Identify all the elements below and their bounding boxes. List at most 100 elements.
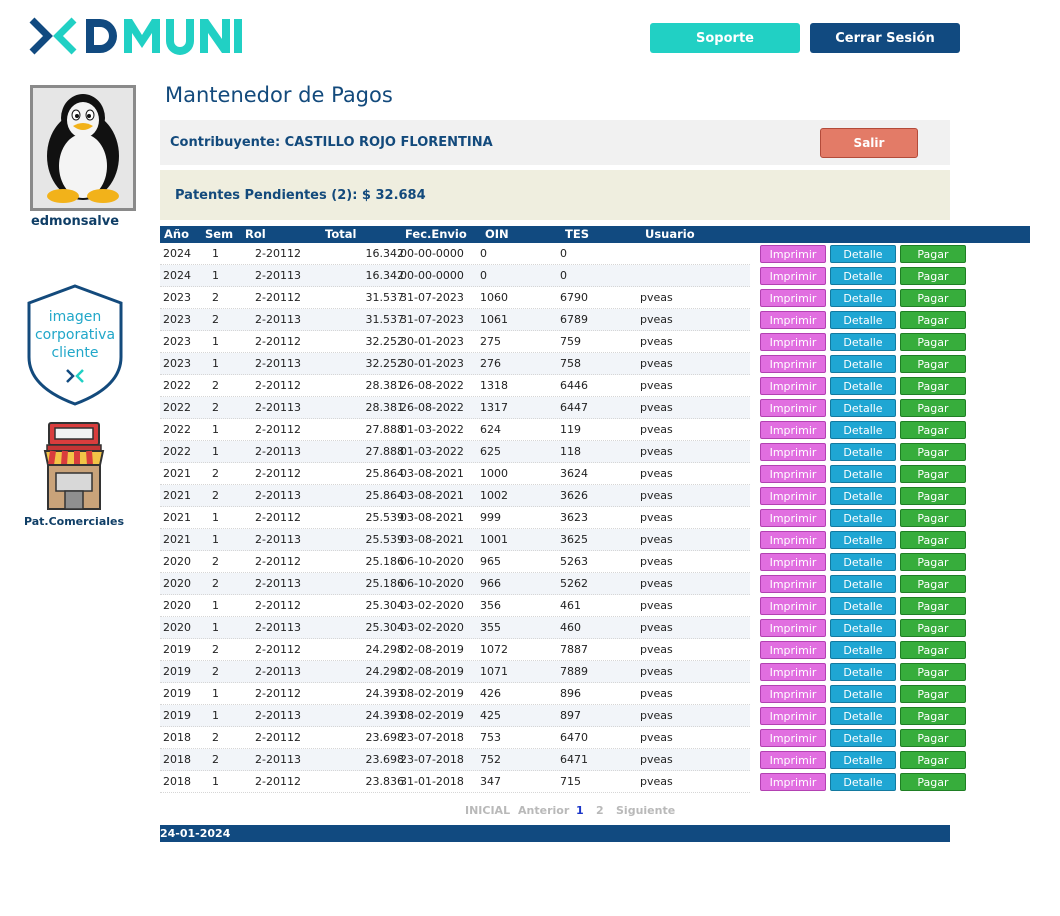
cell-year: 2021 <box>163 467 191 480</box>
detail-button[interactable]: Detalle <box>830 399 896 417</box>
detail-button[interactable]: Detalle <box>830 465 896 483</box>
detail-button[interactable]: Detalle <box>830 663 896 681</box>
print-button[interactable]: Imprimir <box>760 355 826 373</box>
table-row: 2021 2 2-20113 25.864 03-08-2021 1002 3626 pvea… <box>160 485 970 507</box>
pay-button[interactable]: Pagar <box>900 575 966 593</box>
cell-oin: 1071 <box>480 665 508 678</box>
pay-button[interactable]: Pagar <box>900 333 966 351</box>
pay-button[interactable]: Pagar <box>900 355 966 373</box>
print-button[interactable]: Imprimir <box>760 465 826 483</box>
print-button[interactable]: Imprimir <box>760 707 826 725</box>
print-button[interactable]: Imprimir <box>760 729 826 747</box>
pay-button[interactable]: Pagar <box>900 377 966 395</box>
print-button[interactable]: Imprimir <box>760 377 826 395</box>
print-button[interactable]: Imprimir <box>760 311 826 329</box>
detail-button[interactable]: Detalle <box>830 289 896 307</box>
detail-button[interactable]: Detalle <box>830 553 896 571</box>
detail-button[interactable]: Detalle <box>830 619 896 637</box>
pay-button[interactable]: Pagar <box>900 641 966 659</box>
detail-button[interactable]: Detalle <box>830 685 896 703</box>
print-button[interactable]: Imprimir <box>760 443 826 461</box>
detail-button[interactable]: Detalle <box>830 773 896 791</box>
detail-button[interactable]: Detalle <box>830 267 896 285</box>
print-button[interactable]: Imprimir <box>760 399 826 417</box>
cell-send-date: 03-02-2020 <box>400 599 464 612</box>
penguin-icon <box>47 94 119 203</box>
detail-button[interactable]: Detalle <box>830 597 896 615</box>
cell-oin: 965 <box>480 555 501 568</box>
print-button[interactable]: Imprimir <box>760 531 826 549</box>
cell-total: 24.393 <box>365 687 405 700</box>
print-button[interactable]: Imprimir <box>760 289 826 307</box>
pay-button[interactable]: Pagar <box>900 465 966 483</box>
pay-button[interactable]: Pagar <box>900 729 966 747</box>
print-button[interactable]: Imprimir <box>760 509 826 527</box>
pay-button[interactable]: Pagar <box>900 531 966 549</box>
detail-button[interactable]: Detalle <box>830 333 896 351</box>
print-button[interactable]: Imprimir <box>760 487 826 505</box>
table-row: 2022 1 2-20113 27.888 01-03-2022 625 118 pveas I… <box>160 441 970 463</box>
detail-button[interactable]: Detalle <box>830 487 896 505</box>
pay-button[interactable]: Pagar <box>900 597 966 615</box>
pay-button[interactable]: Pagar <box>900 685 966 703</box>
print-button[interactable]: Imprimir <box>760 663 826 681</box>
detail-button[interactable]: Detalle <box>830 641 896 659</box>
store-icon[interactable] <box>43 421 105 513</box>
pay-button[interactable]: Pagar <box>900 553 966 571</box>
detail-button[interactable]: Detalle <box>830 751 896 769</box>
cell-rol: 2-20112 <box>255 379 301 392</box>
print-button[interactable]: Imprimir <box>760 751 826 769</box>
cell-send-date: 23-07-2018 <box>400 753 464 766</box>
cell-oin: 1001 <box>480 533 508 546</box>
pay-button[interactable]: Pagar <box>900 443 966 461</box>
print-button[interactable]: Imprimir <box>760 333 826 351</box>
pay-button[interactable]: Pagar <box>900 707 966 725</box>
pay-button[interactable]: Pagar <box>900 487 966 505</box>
page-1-link[interactable]: 1 <box>576 804 584 817</box>
print-button[interactable]: Imprimir <box>760 597 826 615</box>
pay-button[interactable]: Pagar <box>900 663 966 681</box>
print-button[interactable]: Imprimir <box>760 421 826 439</box>
print-button[interactable]: Imprimir <box>760 575 826 593</box>
page-prev-link[interactable]: Anterior <box>518 804 569 817</box>
pay-button[interactable]: Pagar <box>900 509 966 527</box>
print-button[interactable]: Imprimir <box>760 553 826 571</box>
detail-button[interactable]: Detalle <box>830 575 896 593</box>
pay-button[interactable]: Pagar <box>900 289 966 307</box>
print-button[interactable]: Imprimir <box>760 267 826 285</box>
detail-button[interactable]: Detalle <box>830 729 896 747</box>
exit-button[interactable]: Salir <box>820 128 918 158</box>
pay-button[interactable]: Pagar <box>900 751 966 769</box>
pay-button[interactable]: Pagar <box>900 399 966 417</box>
detail-button[interactable]: Detalle <box>830 311 896 329</box>
page-2-link[interactable]: 2 <box>596 804 604 817</box>
cell-total: 31.537 <box>365 291 405 304</box>
corporate-image-icon[interactable]: imagen corporativa cliente <box>26 283 124 407</box>
pay-button[interactable]: Pagar <box>900 245 966 263</box>
pay-button[interactable]: Pagar <box>900 311 966 329</box>
detail-button[interactable]: Detalle <box>830 443 896 461</box>
detail-button[interactable]: Detalle <box>830 421 896 439</box>
print-button[interactable]: Imprimir <box>760 619 826 637</box>
support-button[interactable]: Soporte <box>650 23 800 53</box>
print-button[interactable]: Imprimir <box>760 245 826 263</box>
detail-button[interactable]: Detalle <box>830 531 896 549</box>
logout-button[interactable]: Cerrar Sesión <box>810 23 960 53</box>
pay-button[interactable]: Pagar <box>900 619 966 637</box>
detail-button[interactable]: Detalle <box>830 509 896 527</box>
pay-button[interactable]: Pagar <box>900 421 966 439</box>
print-button[interactable]: Imprimir <box>760 685 826 703</box>
detail-button[interactable]: Detalle <box>830 355 896 373</box>
detail-button[interactable]: Detalle <box>830 377 896 395</box>
page-first-link[interactable]: INICIAL <box>465 804 510 817</box>
print-button[interactable]: Imprimir <box>760 773 826 791</box>
detail-button[interactable]: Detalle <box>830 245 896 263</box>
commercial-patents-link[interactable]: Pat.Comerciales <box>18 515 130 528</box>
cell-rol: 2-20113 <box>255 533 301 546</box>
pay-button[interactable]: Pagar <box>900 267 966 285</box>
table-row: 2021 1 2-20112 25.539 03-08-2021 999 3623 pveas… <box>160 507 970 529</box>
pay-button[interactable]: Pagar <box>900 773 966 791</box>
detail-button[interactable]: Detalle <box>830 707 896 725</box>
page-next-link[interactable]: Siguiente <box>616 804 675 817</box>
print-button[interactable]: Imprimir <box>760 641 826 659</box>
